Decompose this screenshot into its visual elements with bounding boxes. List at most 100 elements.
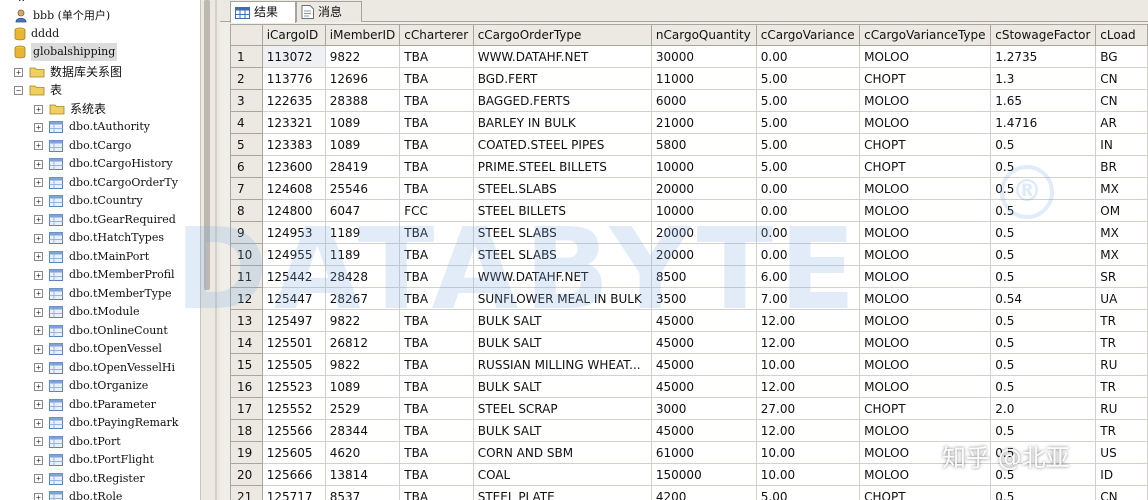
table-cell[interactable]: STEEL.SLABS bbox=[472, 177, 652, 200]
table-cell[interactable]: 9822 bbox=[324, 309, 401, 332]
expand-icon[interactable]: + bbox=[34, 363, 43, 372]
table-cell[interactable]: 125566 bbox=[261, 419, 326, 442]
table-cell[interactable]: 26812 bbox=[324, 331, 401, 354]
tree-node-table[interactable]: + dbo.tRole bbox=[34, 488, 122, 500]
table-cell[interactable]: CHOPT bbox=[859, 133, 992, 156]
table-cell[interactable]: MOLOO bbox=[859, 287, 992, 310]
table-cell[interactable]: 0.5 bbox=[990, 463, 1097, 486]
table-cell[interactable]: 125552 bbox=[261, 397, 326, 420]
table-cell[interactable]: TBA bbox=[399, 485, 474, 500]
expand-icon[interactable]: + bbox=[34, 252, 43, 261]
table-cell[interactable]: 12696 bbox=[324, 67, 401, 90]
table-cell[interactable]: 0.5 bbox=[990, 331, 1097, 354]
table-cell[interactable]: TBA bbox=[399, 155, 474, 178]
table-cell[interactable]: 2.0 bbox=[990, 397, 1097, 420]
tree-node-table[interactable]: + dbo.tOrganize bbox=[34, 377, 148, 395]
table-cell[interactable]: 8500 bbox=[650, 265, 757, 288]
table-cell[interactable]: CHOPT bbox=[859, 397, 992, 420]
column-header[interactable]: cStowageFactor bbox=[990, 24, 1097, 46]
table-cell[interactable]: BULK SALT bbox=[472, 309, 652, 332]
table-cell[interactable]: 10.00 bbox=[755, 463, 861, 486]
table-cell[interactable]: 1089 bbox=[324, 375, 401, 398]
table-cell[interactable]: MX bbox=[1095, 177, 1148, 200]
table-cell[interactable]: 28267 bbox=[324, 287, 401, 310]
expand-icon[interactable]: + bbox=[34, 344, 43, 354]
row-number[interactable]: 12 bbox=[230, 287, 263, 310]
table-cell[interactable]: TBA bbox=[399, 243, 474, 266]
table-cell[interactable]: 0.5 bbox=[990, 353, 1097, 376]
table-cell[interactable]: 0.5 bbox=[990, 243, 1097, 266]
tree-node-table[interactable]: + dbo.tCargoOrderTy bbox=[34, 174, 178, 192]
tree-node-table[interactable]: + dbo.tMemberType bbox=[34, 285, 172, 303]
table-cell[interactable]: 45000 bbox=[650, 419, 757, 442]
column-header[interactable]: cCargoOrderType bbox=[472, 24, 652, 46]
table-cell[interactable]: 45000 bbox=[650, 353, 757, 376]
tree-node-table[interactable]: + dbo.tMainPort bbox=[34, 248, 149, 266]
table-cell[interactable]: MX bbox=[1095, 243, 1148, 266]
row-number[interactable]: 17 bbox=[230, 397, 263, 420]
tree-node-table[interactable]: + dbo.tGearRequired bbox=[34, 211, 176, 229]
expand-icon[interactable]: + bbox=[34, 474, 43, 483]
table-cell[interactable]: 12.00 bbox=[755, 309, 861, 332]
expand-icon[interactable]: + bbox=[34, 215, 43, 224]
tree-node-table[interactable]: + dbo.tCargo bbox=[34, 137, 131, 155]
table-row[interactable]: 17 125552 2529 TBA STEEL SCRAP 3000 27.00 CHOPT… bbox=[230, 397, 1148, 420]
column-header[interactable]: cCargoVarianceType bbox=[859, 24, 992, 46]
table-cell[interactable]: TBA bbox=[399, 265, 474, 288]
table-cell[interactable]: 5.00 bbox=[755, 133, 861, 156]
table-cell[interactable]: STEEL PLATE bbox=[472, 485, 652, 500]
table-cell[interactable]: 124608 bbox=[261, 177, 326, 200]
table-cell[interactable]: MOLOO bbox=[859, 265, 992, 288]
table-cell[interactable]: 30000 bbox=[650, 45, 757, 68]
table-cell[interactable]: TBA bbox=[399, 463, 474, 486]
table-cell[interactable]: 1.65 bbox=[990, 89, 1097, 112]
column-header[interactable]: iMemberID bbox=[324, 24, 401, 46]
table-cell[interactable]: BR bbox=[1095, 155, 1148, 178]
table-row[interactable]: 7 124608 25546 TBA STEEL.SLABS 20000 0.00 MOLOO… bbox=[230, 177, 1148, 200]
table-cell[interactable]: STEEL SLABS bbox=[472, 243, 652, 266]
table-cell[interactable]: TBA bbox=[399, 177, 474, 200]
table-cell[interactable]: MOLOO bbox=[859, 221, 992, 244]
table-cell[interactable]: 6047 bbox=[324, 199, 401, 222]
row-number[interactable]: 9 bbox=[230, 221, 263, 244]
table-cell[interactable]: ID bbox=[1095, 463, 1148, 486]
table-row[interactable]: 16 125523 1089 TBA BULK SALT 45000 12.00 MOLOO 0… bbox=[230, 375, 1148, 398]
expand-icon[interactable]: + bbox=[34, 159, 43, 169]
row-number[interactable]: 8 bbox=[230, 199, 263, 222]
table-row[interactable]: 11 125442 28428 TBA WWW.DATAHF.NET 8500 6.00 MO… bbox=[230, 265, 1148, 288]
table-cell[interactable]: BGD.FERT bbox=[472, 67, 652, 90]
expand-icon[interactable]: + bbox=[34, 400, 43, 409]
table-row[interactable]: 9 124953 1189 TBA STEEL SLABS 20000 0.00 MOLOO 0… bbox=[230, 221, 1148, 244]
table-cell[interactable]: 0.00 bbox=[755, 45, 861, 68]
row-number[interactable]: 2 bbox=[230, 67, 263, 90]
table-cell[interactable]: 113776 bbox=[261, 67, 326, 90]
table-cell[interactable]: CN bbox=[1095, 67, 1148, 90]
table-cell[interactable]: 10000 bbox=[650, 155, 757, 178]
table-cell[interactable]: 0.00 bbox=[755, 199, 861, 222]
table-cell[interactable]: 7.00 bbox=[755, 287, 861, 310]
expand-icon[interactable]: + bbox=[34, 270, 43, 280]
table-cell[interactable]: MOLOO bbox=[859, 419, 992, 442]
expand-icon[interactable]: + bbox=[34, 196, 43, 206]
table-cell[interactable]: 28388 bbox=[324, 89, 401, 112]
table-cell[interactable]: STEEL BILLETS bbox=[472, 199, 652, 222]
expand-icon[interactable]: + bbox=[34, 437, 43, 446]
table-cell[interactable]: 4620 bbox=[324, 441, 401, 464]
expand-icon[interactable]: + bbox=[34, 326, 43, 335]
table-cell[interactable]: WWW.DATAHF.NET bbox=[472, 265, 652, 288]
table-cell[interactable]: 5800 bbox=[650, 133, 757, 156]
table-cell[interactable]: 28344 bbox=[324, 419, 401, 442]
table-cell[interactable]: 1.4716 bbox=[990, 111, 1097, 134]
row-number[interactable]: 15 bbox=[230, 353, 263, 376]
table-cell[interactable]: 0.5 bbox=[990, 441, 1097, 464]
table-cell[interactable]: MOLOO bbox=[859, 353, 992, 376]
table-cell[interactable]: AR bbox=[1095, 111, 1148, 134]
expand-icon[interactable]: + bbox=[34, 455, 43, 465]
table-cell[interactable]: 45000 bbox=[650, 331, 757, 354]
table-cell[interactable]: TBA bbox=[399, 419, 474, 442]
table-cell[interactable]: 28428 bbox=[324, 265, 401, 288]
table-cell[interactable]: 0.54 bbox=[990, 287, 1097, 310]
table-row[interactable]: 10 124955 1189 TBA STEEL SLABS 20000 0.00 MOLOO… bbox=[230, 243, 1148, 266]
expand-icon[interactable]: + bbox=[34, 418, 43, 428]
table-cell[interactable]: US bbox=[1095, 441, 1148, 464]
